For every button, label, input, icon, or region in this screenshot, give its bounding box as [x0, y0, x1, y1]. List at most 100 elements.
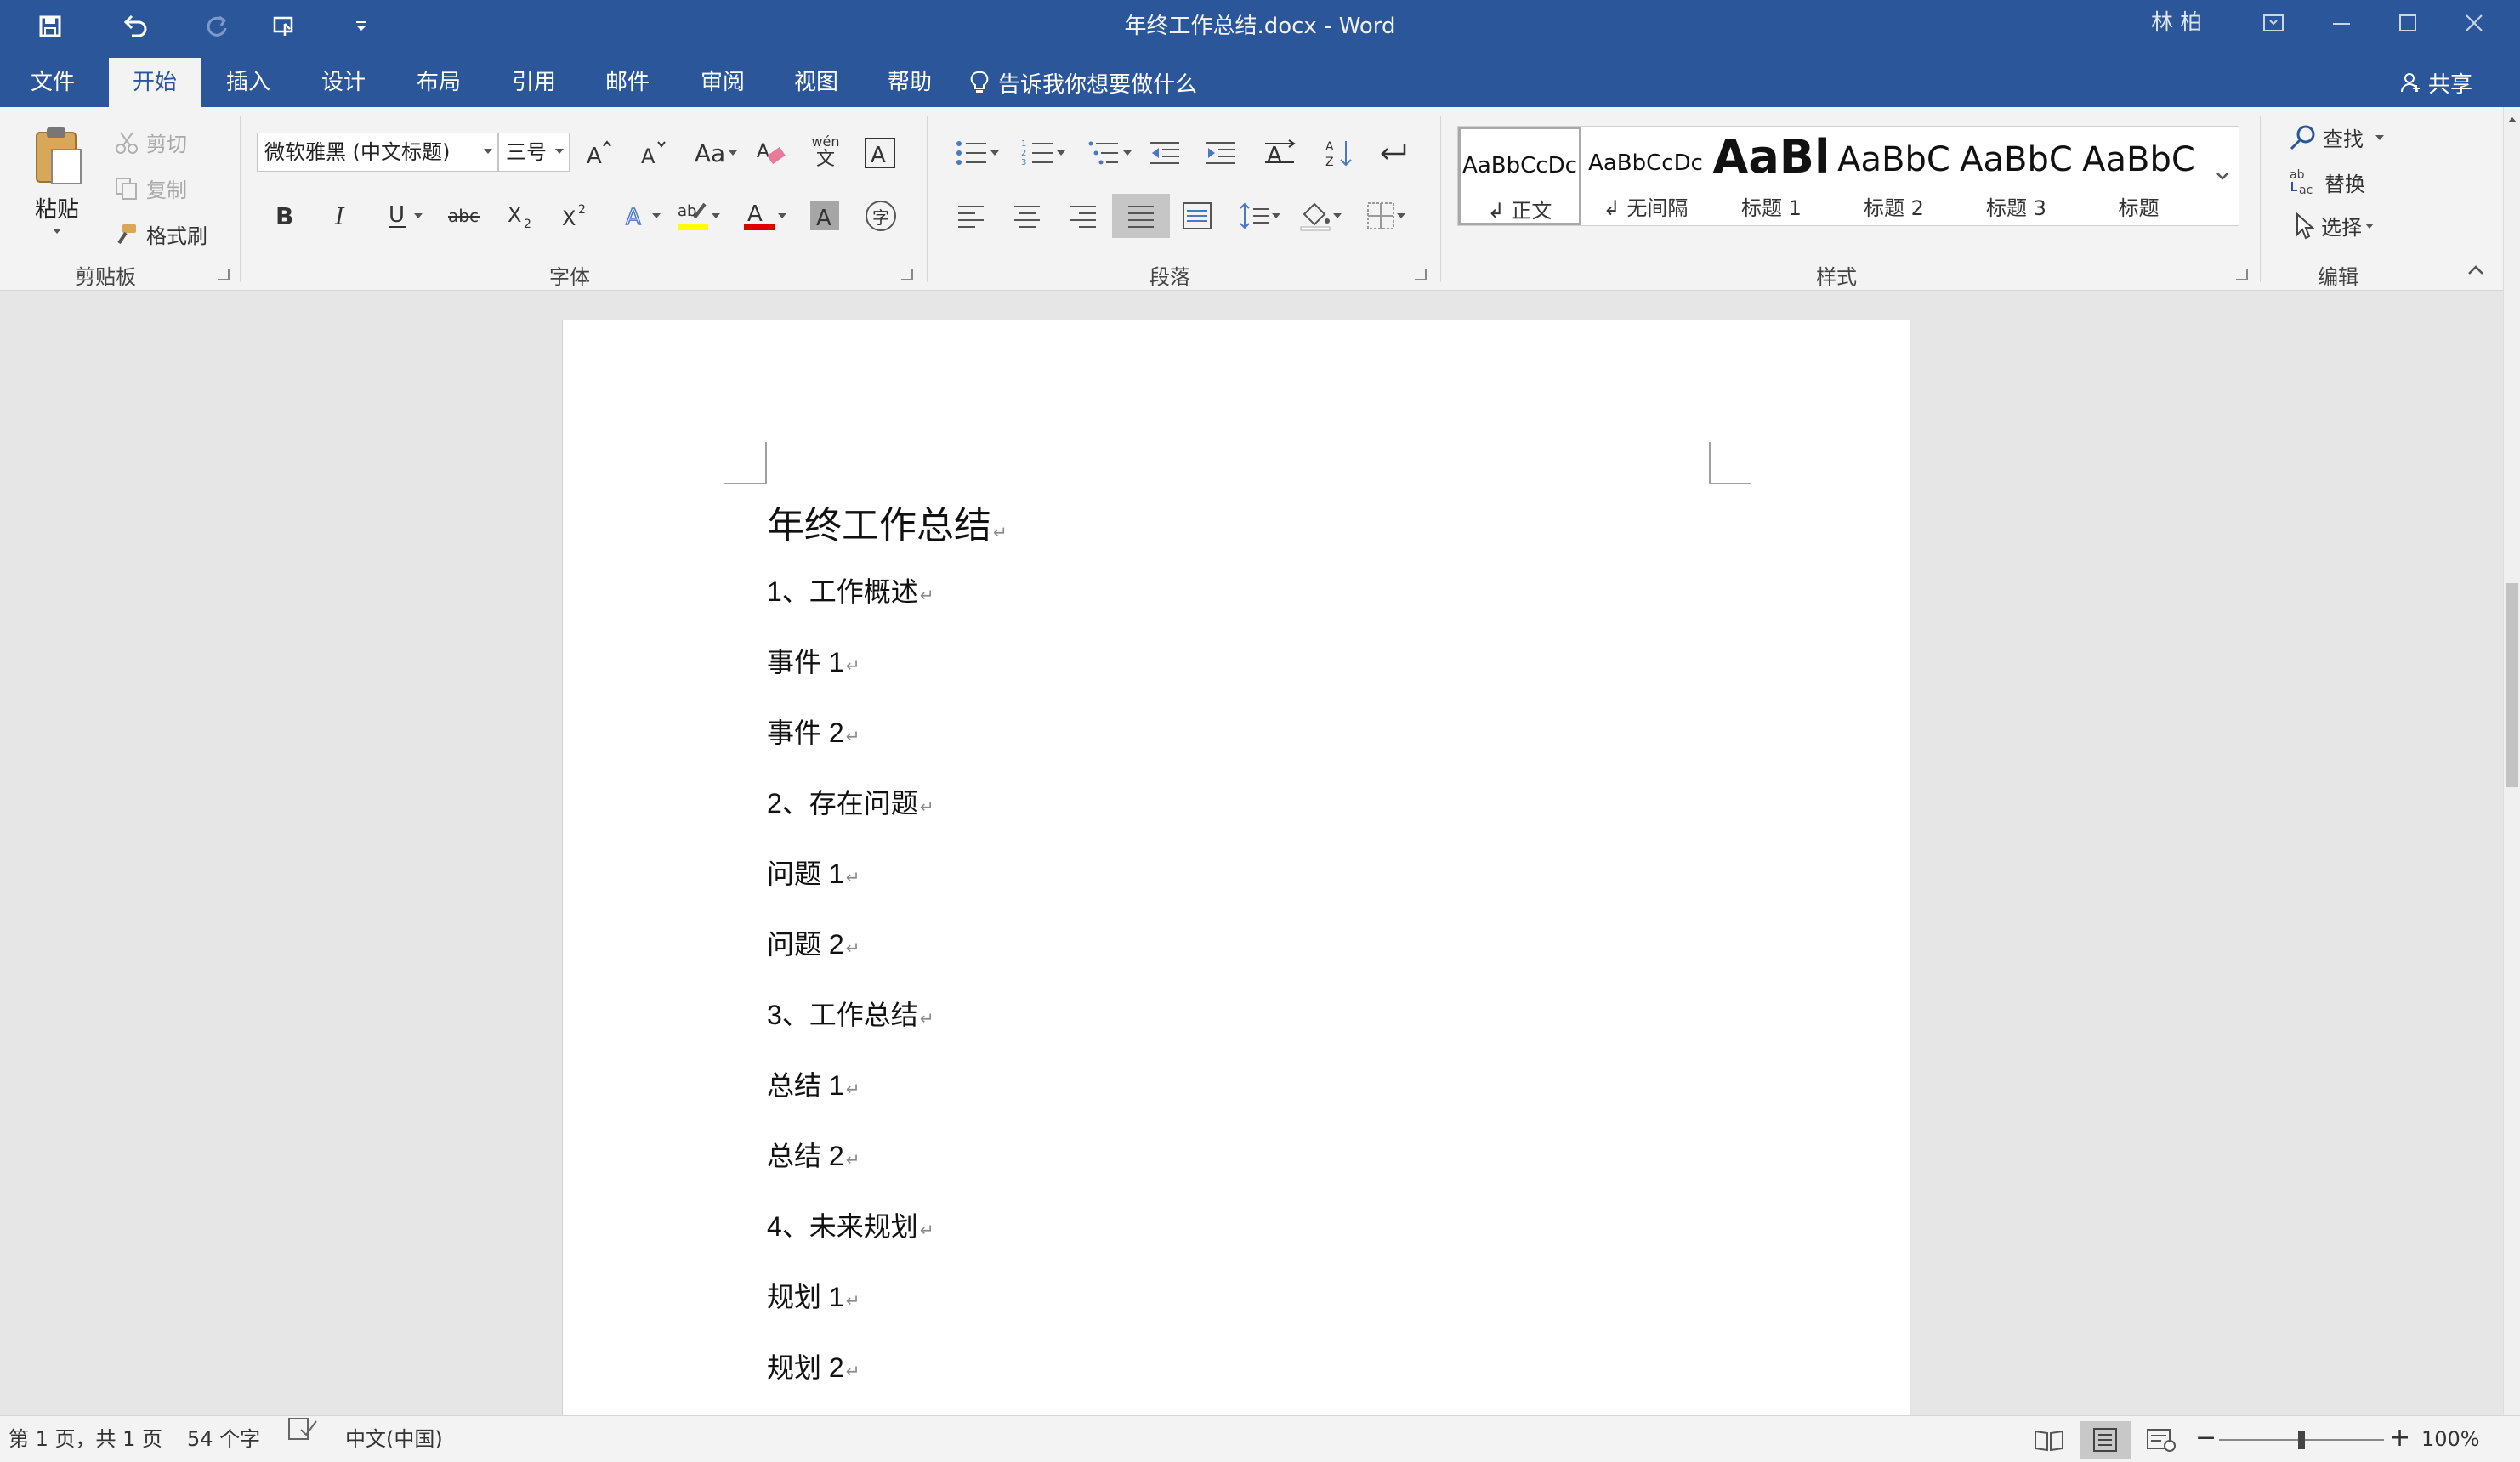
cut-button[interactable]: 剪切	[114, 128, 187, 157]
style-normal[interactable]: AaBbCcDc ↲ 正文	[1458, 127, 1581, 225]
doc-paragraph[interactable]: 1、工作概述 ↵	[767, 570, 934, 609]
user-name[interactable]: 林 柏	[2151, 0, 2202, 46]
proofing-status-icon[interactable]	[287, 1416, 318, 1442]
ribbon-display-icon[interactable]	[2239, 0, 2307, 46]
read-mode-icon[interactable]	[2023, 1421, 2074, 1459]
chinese-layout-button[interactable]: A	[1257, 134, 1304, 172]
doc-paragraph[interactable]: 3、工作总结 ↵	[767, 994, 934, 1033]
font-name-dropdown-icon[interactable]	[484, 149, 492, 154]
character-border-button[interactable]: A	[860, 134, 900, 172]
style-no-spacing[interactable]: AaBbCcDc ↲ 无间隔	[1584, 127, 1707, 225]
tab-help[interactable]: 帮助	[869, 58, 951, 107]
font-size-combo[interactable]: 三号	[498, 133, 570, 172]
strikethrough-button[interactable]: abc	[444, 197, 485, 235]
tab-references[interactable]: 引用	[493, 58, 575, 107]
change-case-button[interactable]: Aa	[689, 134, 743, 172]
distributed-button[interactable]	[1178, 197, 1216, 235]
enclose-characters-button[interactable]: 字	[862, 197, 900, 235]
bullets-button[interactable]	[949, 134, 1005, 172]
tab-review[interactable]: 审阅	[682, 58, 763, 107]
show-paragraph-marks-button[interactable]	[1374, 134, 1411, 172]
align-right-button[interactable]	[1064, 197, 1102, 235]
tab-view[interactable]: 视图	[775, 58, 857, 107]
grow-font-button[interactable]: A	[582, 134, 616, 172]
doc-paragraph[interactable]: 规划 1 ↵	[767, 1276, 860, 1315]
italic-button[interactable]: I	[321, 197, 359, 235]
tab-layout[interactable]: 布局	[398, 58, 480, 107]
clear-formatting-button[interactable]: A	[752, 134, 789, 172]
find-button[interactable]: 查找	[2289, 122, 2384, 152]
close-icon[interactable]	[2440, 0, 2508, 46]
doc-paragraph[interactable]: 问题 1 ↵	[767, 853, 860, 892]
select-button[interactable]: 选择	[2294, 211, 2374, 241]
doc-title-paragraph[interactable]: 年终工作总结 ↵	[767, 495, 1007, 549]
doc-paragraph[interactable]: 规划 2 ↵	[767, 1346, 860, 1386]
share-button[interactable]: 共享	[2399, 58, 2472, 107]
scroll-up-icon[interactable]	[2507, 116, 2517, 124]
line-spacing-button[interactable]	[1231, 197, 1287, 235]
word-count[interactable]: 54 个字	[187, 1416, 260, 1462]
doc-paragraph[interactable]: 总结 2 ↵	[767, 1135, 860, 1174]
superscript-button[interactable]: X2	[556, 197, 595, 235]
shading-button[interactable]	[1292, 197, 1348, 235]
paragraph-dialog-launcher-icon[interactable]	[1415, 269, 1427, 280]
minimize-icon[interactable]	[2307, 0, 2375, 46]
sort-button[interactable]: AZ	[1320, 134, 1357, 172]
zoom-percent[interactable]: 100%	[2421, 1416, 2480, 1462]
zoom-in-button[interactable]: +	[2389, 1416, 2410, 1460]
paste-dropdown-icon[interactable]	[53, 228, 61, 234]
document-page[interactable]: 年终工作总结 ↵ 1、工作概述 ↵ 事件 1 ↵ 事件 2 ↵ 2、存在问题 ↵ 问题 1…	[562, 320, 1910, 1415]
styles-dialog-launcher-icon[interactable]	[2236, 269, 2248, 280]
font-name-combo[interactable]: 微软雅黑 (中文标题)	[257, 133, 498, 172]
tab-mailings[interactable]: 邮件	[587, 58, 668, 107]
vertical-scrollbar[interactable]	[2503, 107, 2520, 1416]
web-layout-icon[interactable]	[2136, 1421, 2187, 1459]
increase-indent-button[interactable]	[1202, 134, 1240, 172]
doc-paragraph[interactable]: 总结 1 ↵	[767, 1064, 860, 1103]
language-status[interactable]: 中文(中国)	[345, 1416, 443, 1462]
replace-button[interactable]: ab ac 替换	[2289, 167, 2365, 197]
scrollbar-thumb[interactable]	[2506, 583, 2518, 787]
style-title[interactable]: AaBbC 标题	[2077, 127, 2200, 225]
font-color-button[interactable]: A	[736, 196, 792, 236]
character-shading-button[interactable]: A	[806, 197, 843, 235]
doc-paragraph[interactable]: 4、未来规划 ↵	[767, 1205, 934, 1244]
doc-paragraph[interactable]: 2、存在问题 ↵	[767, 782, 934, 821]
subscript-button[interactable]: X2	[502, 197, 541, 235]
tab-insert[interactable]: 插入	[207, 58, 289, 107]
bold-button[interactable]: B	[265, 197, 303, 235]
print-layout-icon[interactable]	[2080, 1421, 2131, 1459]
style-heading-3[interactable]: AaBbC 标题 3	[1955, 127, 2078, 225]
page-count[interactable]: 第 1 页，共 1 页	[9, 1416, 162, 1462]
style-heading-2[interactable]: AaBbC 标题 2	[1832, 127, 1955, 225]
clipboard-dialog-launcher-icon[interactable]	[218, 269, 230, 280]
font-size-dropdown-icon[interactable]	[555, 149, 564, 154]
align-left-button[interactable]	[952, 197, 990, 235]
tell-me-box[interactable]: 告诉我你想要做什么	[969, 58, 1197, 107]
paste-button[interactable]: 粘贴	[22, 119, 92, 238]
style-heading-1[interactable]: AaBl 标题 1	[1710, 127, 1833, 225]
phonetic-guide-button[interactable]: wén 文	[806, 129, 845, 175]
shrink-font-button[interactable]: A	[636, 134, 670, 172]
decrease-indent-button[interactable]	[1146, 134, 1183, 172]
collapse-ribbon-icon[interactable]	[2462, 258, 2489, 282]
maximize-icon[interactable]	[2374, 0, 2442, 46]
styles-more-button[interactable]	[2205, 127, 2239, 225]
find-dropdown-icon[interactable]	[2375, 134, 2384, 140]
zoom-slider[interactable]	[2219, 1431, 2384, 1449]
doc-paragraph[interactable]: 事件 1 ↵	[767, 641, 860, 680]
tab-home[interactable]: 开始	[109, 58, 201, 107]
borders-button[interactable]	[1357, 197, 1415, 235]
multilevel-list-button[interactable]	[1081, 134, 1138, 172]
zoom-out-button[interactable]: −	[2195, 1416, 2216, 1460]
text-effects-button[interactable]: A	[616, 197, 668, 235]
doc-paragraph[interactable]: 事件 2 ↵	[767, 711, 860, 751]
format-painter-button[interactable]: 格式刷	[114, 219, 207, 249]
underline-button[interactable]: U	[376, 197, 432, 235]
highlight-color-button[interactable]: ab	[670, 196, 726, 236]
align-center-button[interactable]	[1008, 197, 1046, 235]
select-dropdown-icon[interactable]	[2365, 223, 2374, 229]
tab-file[interactable]: 文件	[12, 58, 94, 107]
doc-paragraph[interactable]: 问题 2 ↵	[767, 923, 860, 962]
justify-button[interactable]	[1112, 194, 1170, 238]
